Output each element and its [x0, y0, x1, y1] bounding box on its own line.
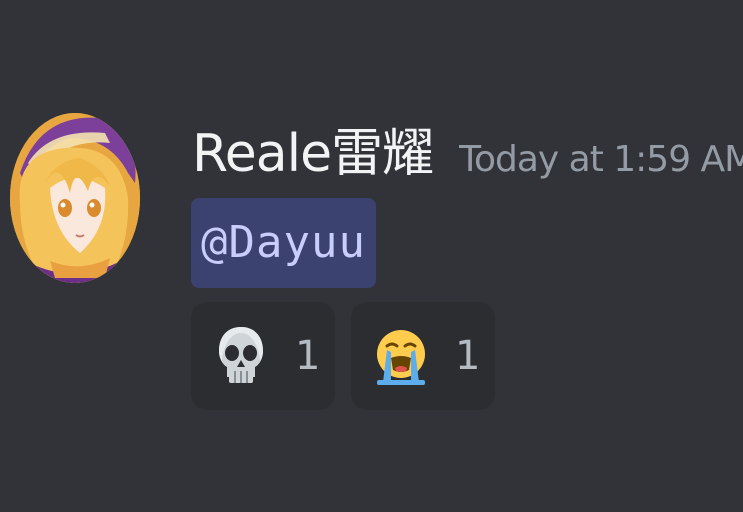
timestamp[interactable]: Today at 1:59 AM: [459, 124, 743, 196]
chat-message: Reale雷耀 Today at 1:59 AM @Dayuu 1 1: [0, 0, 743, 512]
reaction-count: 1: [295, 333, 321, 379]
message-header: Reale雷耀 Today at 1:59 AM: [192, 118, 743, 190]
reactions-bar: 1 1: [191, 302, 495, 410]
reaction-count: 1: [455, 333, 481, 379]
avatar[interactable]: [10, 113, 140, 283]
anime-avatar-icon: [10, 113, 140, 283]
user-mention[interactable]: @Dayuu: [191, 198, 376, 288]
skull-emoji-icon: [213, 320, 269, 392]
reaction-loudly-crying[interactable]: 1: [351, 302, 495, 410]
reaction-skull[interactable]: 1: [191, 302, 335, 410]
username[interactable]: Reale雷耀: [192, 118, 434, 190]
loudly-crying-face-emoji-icon: [373, 320, 429, 392]
